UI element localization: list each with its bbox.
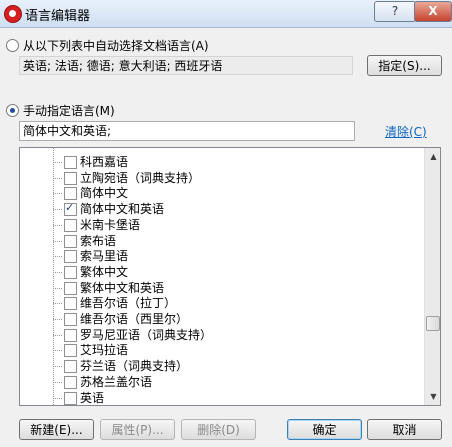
language-item[interactable]: 米南卡堡语 <box>20 217 424 233</box>
language-label: 简体中文和英语 <box>80 202 165 217</box>
tree-branch <box>53 319 62 320</box>
manual-radio[interactable] <box>6 104 19 117</box>
language-checkbox[interactable] <box>64 156 77 169</box>
clear-link[interactable]: 清除(C) <box>385 123 427 140</box>
language-item[interactable]: 繁体中文和英语 <box>20 280 424 296</box>
properties-button[interactable]: 属性(P)... <box>100 419 175 440</box>
window-title: 语言编辑器 <box>25 9 91 24</box>
language-label: 立陶宛语（词典支持） <box>80 170 201 185</box>
language-checkbox[interactable] <box>64 171 77 185</box>
language-checkbox[interactable] <box>64 265 77 279</box>
help-button[interactable]: ? <box>374 1 416 22</box>
language-label: 索布语 <box>80 233 117 248</box>
ok-button[interactable]: 确定 <box>287 419 362 440</box>
language-checkbox[interactable] <box>64 360 77 374</box>
manual-label[interactable]: 手动指定语言(M) <box>23 102 115 119</box>
language-label: 艾玛拉语 <box>80 343 129 358</box>
language-label: 科西嘉语 <box>80 155 129 169</box>
language-item[interactable]: 立陶宛语（词典支持） <box>20 170 424 186</box>
auto-select-radio[interactable] <box>6 39 19 52</box>
tree-branch <box>53 350 62 352</box>
language-checkbox[interactable] <box>64 328 77 342</box>
language-checkbox[interactable] <box>64 201 77 217</box>
language-item[interactable]: 维吾尔语（西里尔） <box>20 311 424 327</box>
language-item[interactable]: 英语 <box>20 390 424 406</box>
language-list[interactable]: 科西嘉语立陶宛语（词典支持）简体中文简体中文和英语米南卡堡语索布语索马里语繁体中… <box>19 147 441 406</box>
language-checkbox[interactable] <box>64 187 77 201</box>
tree-branch <box>53 287 62 289</box>
scroll-thumb[interactable] <box>426 316 440 331</box>
language-item[interactable]: 简体中文 <box>20 185 424 201</box>
language-label: 维吾尔语（西里尔） <box>80 312 189 326</box>
tree-branch <box>53 334 62 336</box>
language-label: 苏格兰盖尔语 <box>80 374 153 389</box>
delete-button[interactable]: 删除(D) <box>181 419 256 440</box>
language-checkbox[interactable] <box>64 281 77 295</box>
language-label: 繁体中文 <box>80 264 129 279</box>
tree-branch <box>53 209 62 211</box>
manual-languages-input[interactable]: 简体中文和英语; <box>19 121 355 141</box>
language-item[interactable]: 繁体中文 <box>20 264 424 280</box>
language-item[interactable]: 维吾尔语（拉丁） <box>20 295 424 311</box>
language-label: 索马里语 <box>80 249 129 264</box>
tree-branch <box>53 224 62 226</box>
cancel-button[interactable]: 取消 <box>367 419 442 440</box>
language-checkbox[interactable] <box>64 313 77 326</box>
language-item[interactable]: 艾玛拉语 <box>20 342 424 358</box>
auto-select-label[interactable]: 从以下列表中自动选择文档语言(A) <box>23 37 209 54</box>
language-checkbox[interactable] <box>64 250 77 264</box>
auto-languages-field: 英语; 法语; 德语; 意大利语; 西班牙语 <box>19 56 353 75</box>
language-label: 简体中文 <box>80 186 129 201</box>
language-label: 芬兰语（词典支持） <box>80 359 189 374</box>
tree-branch <box>53 366 62 368</box>
tree-branch <box>53 240 62 242</box>
language-item[interactable]: 简体中文和英语 <box>20 201 424 217</box>
language-label: 罗马尼亚语（词典支持） <box>80 327 213 342</box>
language-checkbox[interactable] <box>64 391 77 405</box>
new-button[interactable]: 新建(E)... <box>19 419 94 440</box>
language-item[interactable]: 科西嘉语 <box>20 154 424 170</box>
language-checkbox[interactable] <box>64 375 77 389</box>
language-label: 维吾尔语（拉丁） <box>80 296 177 311</box>
vertical-scrollbar[interactable]: ▲ ▼ <box>424 148 440 405</box>
tree-branch <box>53 303 62 305</box>
tree-branch <box>53 397 62 399</box>
tree-branch <box>53 177 62 179</box>
app-logo-icon <box>4 5 22 23</box>
tree-branch <box>53 381 62 383</box>
language-label: 繁体中文和英语 <box>80 280 165 295</box>
scroll-up-icon[interactable]: ▲ <box>425 148 440 165</box>
specify-button[interactable]: 指定(S)... <box>367 55 442 76</box>
language-item[interactable]: 索布语 <box>20 233 424 249</box>
tree-branch <box>53 193 62 195</box>
scroll-down-icon[interactable]: ▼ <box>425 388 440 405</box>
title-bar: 语言编辑器 ? X <box>0 0 452 28</box>
language-checkbox[interactable] <box>64 344 77 358</box>
tree-branch <box>53 162 62 163</box>
language-label: 英语 <box>80 390 105 405</box>
language-checkbox[interactable] <box>64 234 77 248</box>
tree-branch <box>53 256 62 258</box>
language-checkbox[interactable] <box>64 218 77 232</box>
language-item[interactable]: 芬兰语（词典支持） <box>20 358 424 374</box>
language-item[interactable]: 罗马尼亚语（词典支持） <box>20 327 424 343</box>
close-button[interactable]: X <box>414 1 452 22</box>
tree-branch <box>53 271 62 273</box>
language-checkbox[interactable] <box>64 297 77 311</box>
language-label: 米南卡堡语 <box>80 217 141 232</box>
language-item[interactable]: 索马里语 <box>20 248 424 264</box>
language-item[interactable]: 苏格兰盖尔语 <box>20 374 424 390</box>
